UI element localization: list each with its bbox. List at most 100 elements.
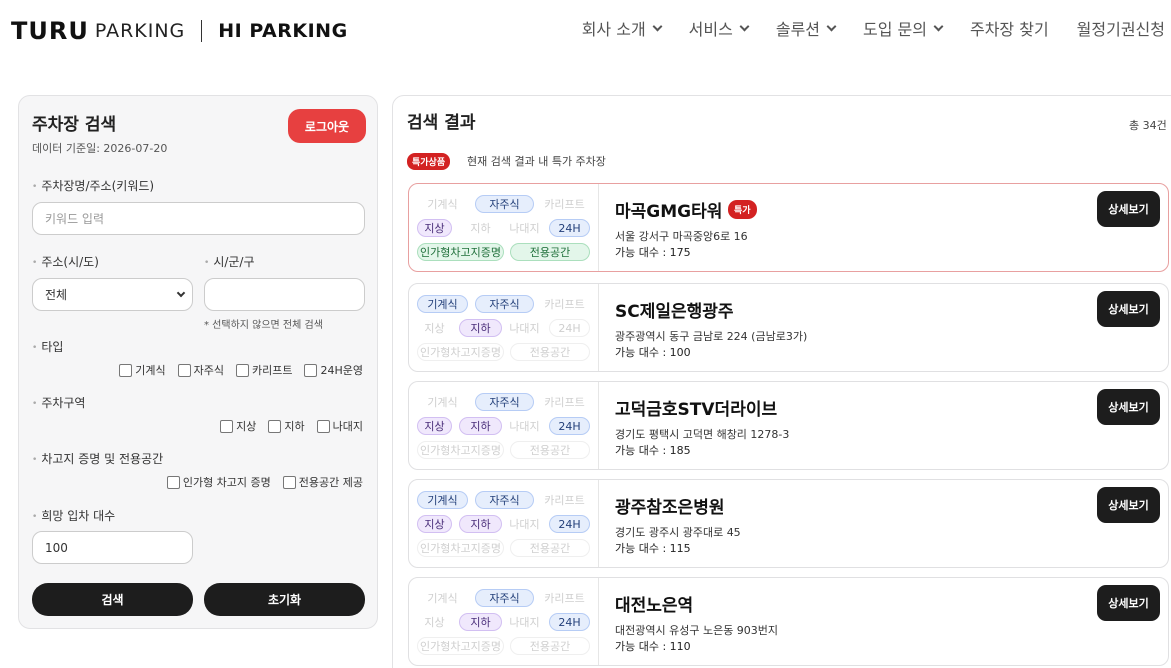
- parking-capacity: 가능 대수 : 100: [615, 346, 691, 359]
- checkbox-option[interactable]: 인가형 차고지 증명: [166, 474, 271, 490]
- checkbox[interactable]: [236, 363, 249, 377]
- nav-item-label: 회사 소개: [581, 20, 646, 39]
- card-divider: [598, 382, 599, 469]
- nav-item-label: 도입 문의: [863, 20, 927, 39]
- checkbox[interactable]: [220, 419, 234, 433]
- parking-name: 고덕금호STV더라이브: [615, 400, 778, 420]
- checkbox-label: 지하: [284, 420, 305, 433]
- logo-turu: TURU: [11, 17, 89, 45]
- detail-button[interactable]: 상세보기: [1097, 487, 1160, 523]
- chevron-down-icon: [739, 21, 750, 31]
- detail-button[interactable]: 상세보기: [1097, 585, 1160, 621]
- search-title: 주차장 검색: [32, 115, 117, 135]
- result-card[interactable]: 기계식 자주식 카리프트 지상 지하 나대지 24H 인가형차고지증명 전용공간 고덕금호STV더…: [408, 381, 1169, 470]
- nav-item[interactable]: 솔루션: [775, 16, 837, 40]
- feature-chip: 자주식: [475, 393, 534, 411]
- sigungu-input[interactable]: [204, 278, 365, 311]
- feature-chip: 전용공간: [510, 539, 590, 557]
- results-title: 검색 결과: [407, 113, 476, 133]
- count-input[interactable]: 100: [32, 531, 193, 564]
- nav-item-label: 월정기권신청: [1076, 20, 1165, 39]
- reset-button[interactable]: 초기화: [204, 583, 365, 616]
- checkbox-label: 지상: [236, 420, 257, 433]
- checkbox-label: 나대지: [332, 420, 363, 433]
- feature-chip: 인가형차고지증명: [417, 441, 504, 459]
- logo[interactable]: TURU PARKING HI PARKING: [11, 16, 348, 46]
- nav-item[interactable]: 도입 문의: [863, 16, 944, 40]
- card-divider: [598, 578, 599, 665]
- parking-address: 서울 강서구 마곡중앙6로 16: [615, 230, 748, 243]
- checkbox[interactable]: [282, 475, 296, 489]
- result-card[interactable]: 기계식 자주식 카리프트 지상 지하 나대지 24H 인가형차고지증명 전용공간 광주참조은병원 경…: [408, 479, 1169, 568]
- chevron-down-icon: [933, 21, 944, 31]
- result-card[interactable]: 기계식 자주식 카리프트 지상 지하 나대지 24H 인가형차고지증명 전용공간 마곡GMG타워 특…: [408, 183, 1169, 272]
- feature-chip: 나대지: [509, 420, 540, 433]
- nav-item[interactable]: 서비스: [688, 16, 750, 40]
- checkbox-option[interactable]: 카리프트: [236, 362, 292, 378]
- checkbox[interactable]: [268, 419, 282, 433]
- checkbox-option[interactable]: 지하: [268, 418, 305, 434]
- nav-item[interactable]: 회사 소개: [581, 16, 663, 40]
- zone-label: 주차구역: [32, 394, 85, 411]
- nav-item[interactable]: 주차장 찾기: [970, 16, 1049, 40]
- special-description: 현재 검색 결과 내 특가 주차장: [467, 155, 606, 168]
- nav-item[interactable]: 월정기권신청: [1077, 16, 1165, 40]
- feature-chip: 나대지: [509, 518, 540, 531]
- feature-chip: 지상: [424, 322, 445, 335]
- checkbox[interactable]: [166, 475, 180, 489]
- parking-address: 광주광역시 동구 금남로 224 (금남로3가): [615, 330, 808, 343]
- nav-item-label: 서비스: [688, 20, 733, 39]
- card-divider: [598, 184, 599, 271]
- search-button[interactable]: 검색: [32, 583, 193, 616]
- checkbox[interactable]: [304, 363, 318, 377]
- checkbox-label: 24H운영: [320, 364, 363, 377]
- feature-chip: 자주식: [475, 295, 534, 313]
- feature-chip: 인가형차고지증명: [417, 539, 504, 557]
- feature-chip: 지상: [417, 515, 452, 533]
- keyword-input[interactable]: 키워드 입력: [32, 202, 365, 235]
- logout-button[interactable]: 로그아웃: [288, 109, 366, 143]
- card-divider: [598, 480, 599, 567]
- checkbox-label: 자주식: [193, 364, 224, 377]
- checkbox-option[interactable]: 기계식: [119, 362, 166, 378]
- checkbox-option[interactable]: 24H운영: [304, 362, 363, 378]
- feature-chip: 카리프트: [544, 494, 585, 507]
- special-badge: 특가: [728, 200, 757, 219]
- detail-button[interactable]: 상세보기: [1097, 291, 1160, 327]
- chevron-down-icon: [652, 21, 663, 31]
- feature-chip: 24H: [549, 613, 590, 631]
- checkbox-option[interactable]: 나대지: [316, 418, 363, 434]
- feature-chip: 자주식: [475, 491, 534, 509]
- card-divider: [598, 284, 599, 371]
- logo-separator: [201, 20, 203, 42]
- checkbox-option[interactable]: 지상: [220, 418, 256, 434]
- checkbox[interactable]: [316, 419, 330, 433]
- main-nav: 회사 소개 서비스 솔루션 도입 문의 주차장 찾기 월정기권신청: [554, 16, 1165, 40]
- feature-chip: 지하: [459, 613, 502, 631]
- feature-chip: 자주식: [475, 589, 534, 607]
- detail-button[interactable]: 상세보기: [1097, 191, 1160, 227]
- results-panel: 검색 결과 총 34건 특가상품 현재 검색 결과 내 특가 주차장 기계식 자주…: [392, 95, 1171, 668]
- checkbox[interactable]: [119, 363, 133, 377]
- feature-chip: 24H: [549, 417, 590, 435]
- parking-name: 대전노은역: [615, 596, 694, 616]
- feature-chip: 인가형차고지증명: [417, 343, 504, 361]
- chevron-down-icon: [176, 288, 186, 298]
- zone-checkboxes: 지상 지하 나대지: [208, 418, 363, 434]
- result-card[interactable]: 기계식 자주식 카리프트 지상 지하 나대지 24H 인가형차고지증명 전용공간 대전노은역 대전광…: [408, 577, 1169, 666]
- detail-button[interactable]: 상세보기: [1097, 389, 1160, 425]
- checkbox[interactable]: [177, 363, 191, 377]
- search-panel: 주차장 검색 데이터 기준일: 2026-07-20 로그아웃 주차장명/주소(…: [18, 95, 378, 629]
- nav-item-label: 솔루션: [775, 20, 821, 39]
- sido-label: 주소(시/도): [32, 253, 99, 270]
- checkbox-option[interactable]: 자주식: [177, 362, 224, 378]
- feature-chip: 기계식: [417, 491, 468, 509]
- sido-select[interactable]: 전체: [32, 278, 193, 311]
- parking-capacity: 가능 대수 : 175: [615, 246, 691, 259]
- result-card[interactable]: 기계식 자주식 카리프트 지상 지하 나대지 24H 인가형차고지증명 전용공간 SC제일은행광주…: [408, 283, 1169, 372]
- count-label: 희망 입차 대수: [32, 507, 115, 524]
- feature-chip: 인가형차고지증명: [417, 243, 504, 261]
- feature-chip: 지상: [417, 417, 452, 435]
- feature-chip: 카리프트: [544, 396, 585, 409]
- checkbox-option[interactable]: 전용공간 제공: [282, 474, 363, 490]
